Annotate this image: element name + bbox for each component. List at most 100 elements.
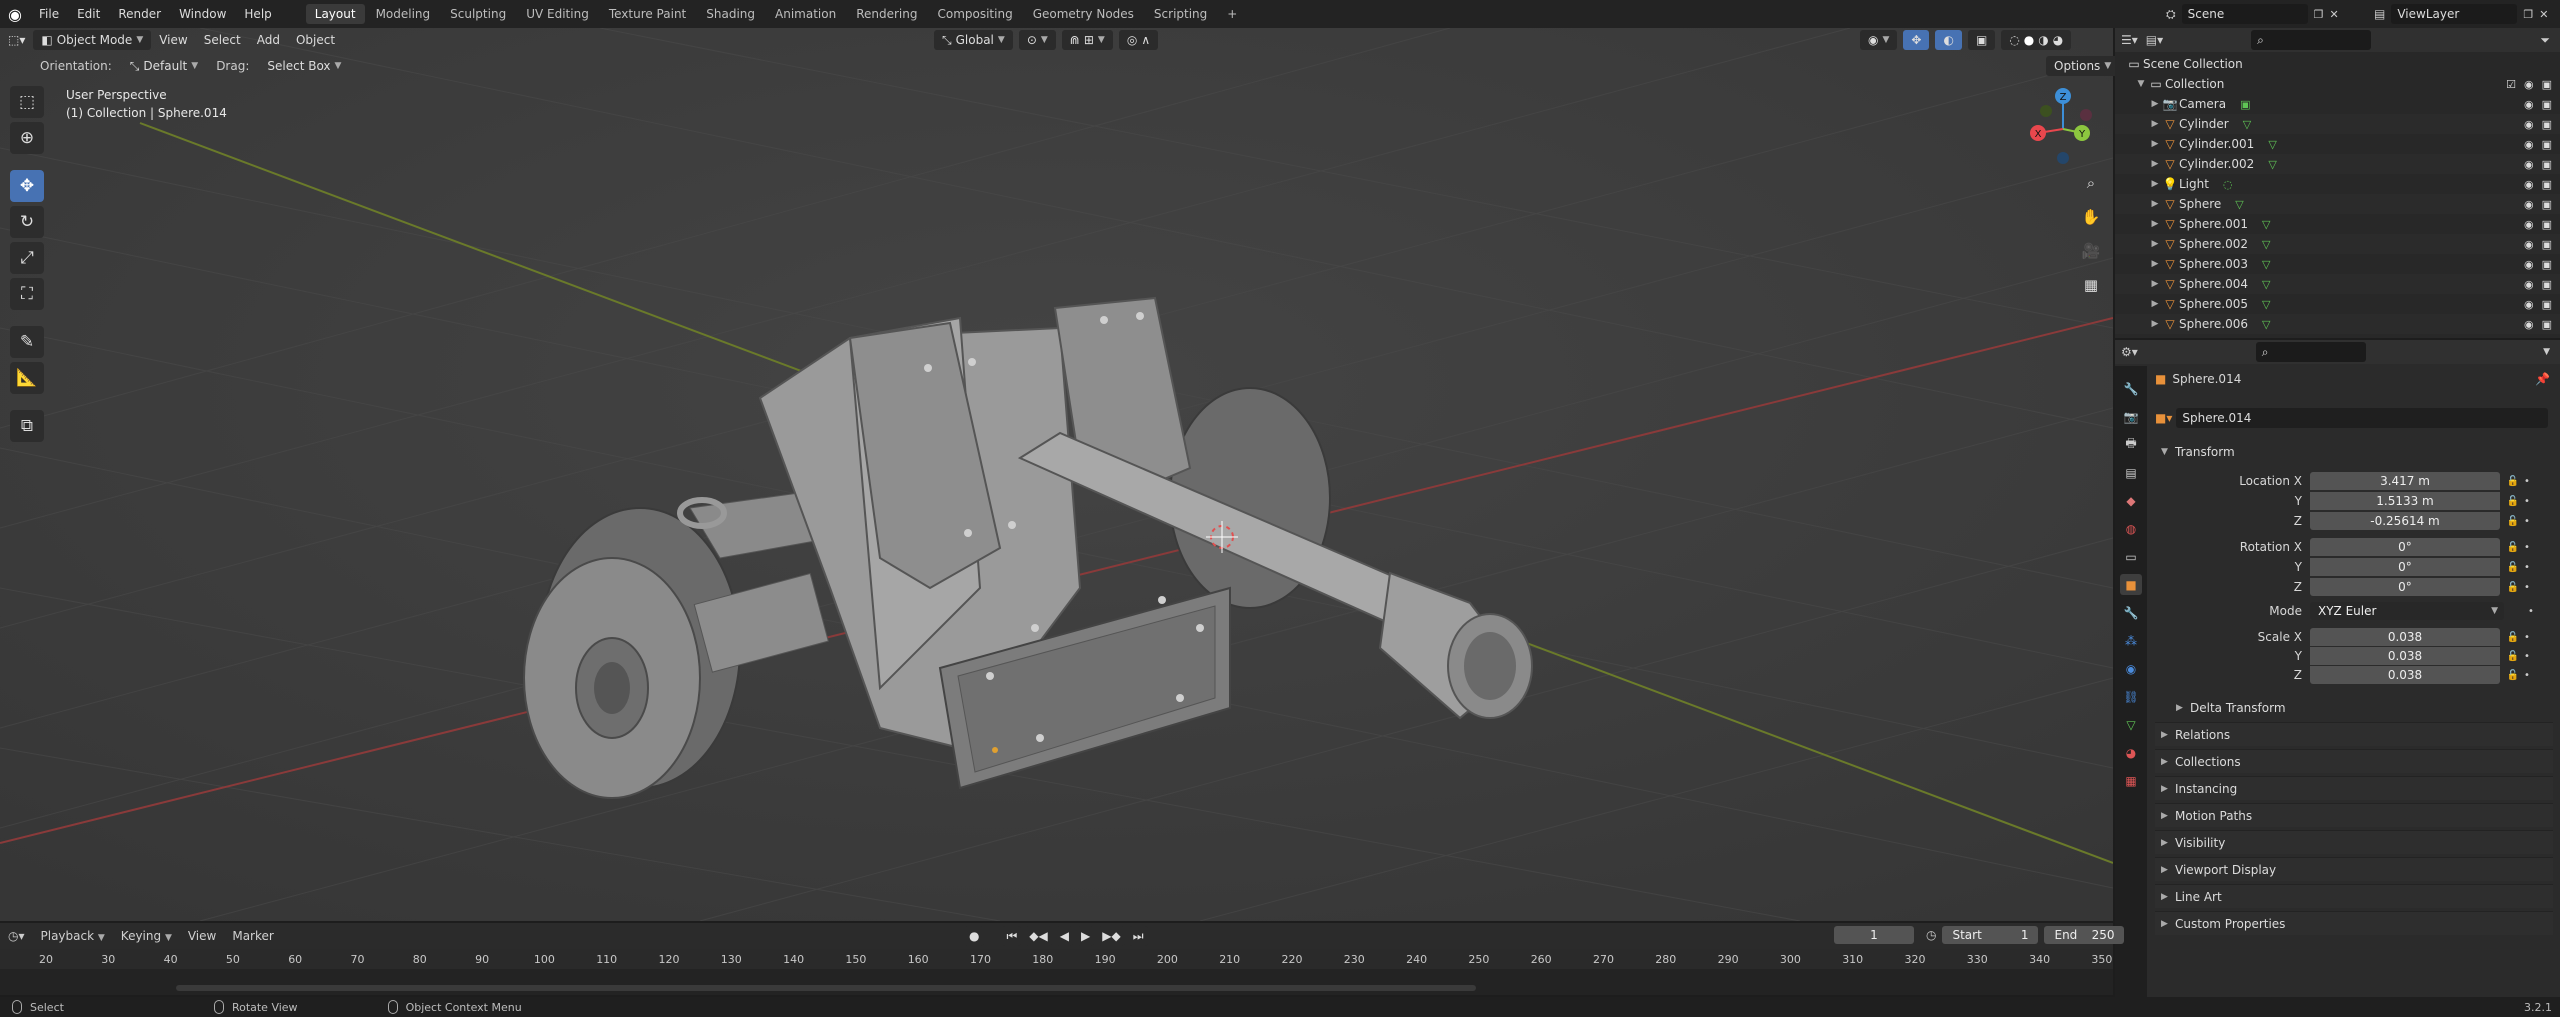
timeline-editor-icon[interactable]: ◷▾: [0, 929, 33, 943]
mode-dropdown[interactable]: ◧ Object Mode ▼: [33, 30, 152, 50]
properties-panel-custom-properties[interactable]: ▶ Custom Properties: [2155, 911, 2553, 935]
view-layer-field[interactable]: ViewLayer: [2391, 4, 2518, 24]
add-cube-tool-icon[interactable]: ⧉: [10, 410, 44, 442]
start-frame-field[interactable]: Start 1: [1942, 926, 2039, 944]
outliner-item[interactable]: ▶ ▽ Cylinder.001 ▽ ◉ ▣: [2115, 134, 2560, 154]
outliner-item[interactable]: ▶ ▽ Sphere.004 ▽ ◉ ▣: [2115, 274, 2560, 294]
menu-help[interactable]: Help: [235, 0, 280, 28]
keyframe-dot-icon[interactable]: •: [2522, 670, 2532, 681]
outliner-item[interactable]: ▶ ▽ Cylinder.002 ▽ ◉ ▣: [2115, 154, 2560, 174]
blender-logo-icon[interactable]: ◉: [0, 0, 30, 28]
outliner-item[interactable]: ▶ ▽ Sphere ▽ ◉ ▣: [2115, 194, 2560, 214]
material-tab-icon[interactable]: ◕: [2120, 742, 2142, 763]
outliner-item[interactable]: ▶ 📷 Camera ▣ ◉ ▣: [2115, 94, 2560, 114]
menu-object[interactable]: Object: [288, 33, 343, 47]
camera-render-icon[interactable]: ▣: [2542, 298, 2552, 311]
mesh-data-icon[interactable]: ▽: [2262, 238, 2270, 251]
mesh-data-icon[interactable]: ▽: [2262, 258, 2270, 271]
menu-view[interactable]: View: [151, 33, 195, 47]
record-button[interactable]: ●: [964, 926, 985, 946]
mesh-data-icon[interactable]: ▽: [2262, 218, 2270, 231]
display-mode-icon[interactable]: ▤▾: [2146, 33, 2163, 47]
scale-z-field[interactable]: 0.038: [2310, 666, 2500, 684]
eye-icon[interactable]: ◉: [2524, 278, 2534, 291]
modifier-tab-icon[interactable]: 🔧: [2120, 602, 2142, 623]
lock-icon[interactable]: 🔓: [2504, 651, 2522, 662]
rotation-mode-dropdown[interactable]: XYZ Euler ▼: [2310, 602, 2504, 620]
pan-hand-icon[interactable]: ✋: [2078, 204, 2104, 230]
data-tab-icon[interactable]: ▽: [2120, 714, 2142, 735]
particles-tab-icon[interactable]: ⁂: [2120, 630, 2142, 651]
overlays-toggle[interactable]: ◐: [1935, 30, 1962, 50]
outliner-item[interactable]: ▶ ▽ Sphere.002 ▽ ◉ ▣: [2115, 234, 2560, 254]
scene-field[interactable]: Scene: [2181, 4, 2308, 24]
outliner-item[interactable]: ▶ ▽ Sphere.006 ▽ ◉ ▣: [2115, 314, 2560, 334]
play-reverse-button[interactable]: ◀: [1055, 926, 1073, 946]
lock-icon[interactable]: 🔓: [2504, 496, 2522, 507]
keyframe-dot-icon[interactable]: •: [2522, 542, 2532, 553]
tab-layout[interactable]: Layout: [305, 4, 365, 24]
expand-triangle-icon[interactable]: ▶: [2149, 299, 2161, 309]
scale-x-field[interactable]: 0.038: [2310, 628, 2500, 646]
menu-file[interactable]: File: [30, 0, 68, 28]
eye-icon[interactable]: ◉: [2524, 318, 2534, 331]
outliner-editor-icon[interactable]: ☰▾: [2121, 33, 2138, 47]
output-tab-icon[interactable]: 🖶: [2120, 434, 2142, 455]
gizmo-neg-y[interactable]: [2040, 105, 2052, 117]
datablock-object-icon[interactable]: ■▾: [2155, 411, 2172, 425]
drag-dropdown[interactable]: Select Box ▼: [259, 56, 349, 76]
pivot-point-dropdown[interactable]: ⊙ ▼: [1018, 30, 1056, 50]
tab-rendering[interactable]: Rendering: [847, 4, 926, 24]
tab-uv-editing[interactable]: UV Editing: [517, 4, 598, 24]
solid-icon[interactable]: ●: [2024, 30, 2034, 50]
chevron-down-icon[interactable]: ▼: [2543, 347, 2550, 357]
camera-render-icon[interactable]: ▣: [2542, 178, 2552, 191]
ortho-grid-icon[interactable]: ▦: [2078, 272, 2104, 298]
transform-tool-icon[interactable]: ⛶: [10, 278, 44, 310]
tab-sculpting[interactable]: Sculpting: [441, 4, 515, 24]
outliner-search-input[interactable]: ⌕: [2251, 30, 2372, 50]
collection-tab-icon[interactable]: ▭: [2120, 546, 2142, 567]
keyframe-dot-icon[interactable]: •: [2522, 496, 2532, 507]
camera-render-icon[interactable]: ▣: [2542, 118, 2552, 131]
visibility-dropdown[interactable]: ◉ ▼: [1860, 30, 1898, 50]
checkbox-icon[interactable]: ☑: [2506, 78, 2516, 91]
rotation-z-field[interactable]: 0°: [2310, 578, 2500, 596]
expand-triangle-icon[interactable]: ▶: [2149, 279, 2161, 289]
keyframe-dot-icon[interactable]: •: [2526, 606, 2536, 617]
camera-data-icon[interactable]: ▣: [2240, 98, 2250, 111]
tab-animation[interactable]: Animation: [766, 4, 845, 24]
lock-icon[interactable]: 🔓: [2504, 582, 2522, 593]
tab-compositing[interactable]: Compositing: [928, 4, 1021, 24]
lock-icon[interactable]: 🔓: [2504, 562, 2522, 573]
menu-marker[interactable]: Marker: [224, 929, 281, 943]
wireframe-icon[interactable]: ◌: [2009, 30, 2019, 50]
camera-view-icon[interactable]: 🎥: [2078, 238, 2104, 264]
xray-toggle[interactable]: ▣: [1967, 30, 1996, 50]
next-keyframe-button[interactable]: ▶◆: [1098, 926, 1125, 946]
shading-buttons[interactable]: ◌ ● ◑ ◕: [2001, 30, 2072, 50]
menu-select[interactable]: Select: [196, 33, 249, 47]
eye-icon[interactable]: ◉: [2524, 298, 2534, 311]
eye-icon[interactable]: ◉: [2524, 218, 2534, 231]
eye-icon[interactable]: ◉: [2524, 138, 2534, 151]
properties-panel-visibility[interactable]: ▶ Visibility: [2155, 830, 2553, 854]
camera-render-icon[interactable]: ▣: [2542, 98, 2552, 111]
eye-icon[interactable]: ◉: [2524, 178, 2534, 191]
filter-icon[interactable]: ⏷: [2540, 33, 2550, 48]
constraints-tab-icon[interactable]: ⛓: [2120, 686, 2142, 707]
properties-panel-viewport-display[interactable]: ▶ Viewport Display: [2155, 857, 2553, 881]
object-name-field[interactable]: Sphere.014: [2176, 408, 2549, 428]
texture-tab-icon[interactable]: ▦: [2120, 770, 2142, 791]
tab-shading[interactable]: Shading: [697, 4, 764, 24]
menu-window[interactable]: Window: [170, 0, 235, 28]
expand-triangle-icon[interactable]: ▶: [2149, 159, 2161, 169]
eye-icon[interactable]: ◉: [2524, 98, 2534, 111]
keyframe-dot-icon[interactable]: •: [2522, 632, 2532, 643]
expand-triangle-icon[interactable]: ▶: [2149, 119, 2161, 129]
tool-tab-icon[interactable]: 🔧: [2120, 378, 2142, 399]
play-button[interactable]: ▶: [1077, 926, 1095, 946]
outliner-item[interactable]: ▶ ▽ Cylinder ▽ ◉ ▣: [2115, 114, 2560, 134]
material-preview-icon[interactable]: ◑: [2038, 30, 2048, 50]
location-y-field[interactable]: 1.5133 m: [2310, 492, 2500, 510]
